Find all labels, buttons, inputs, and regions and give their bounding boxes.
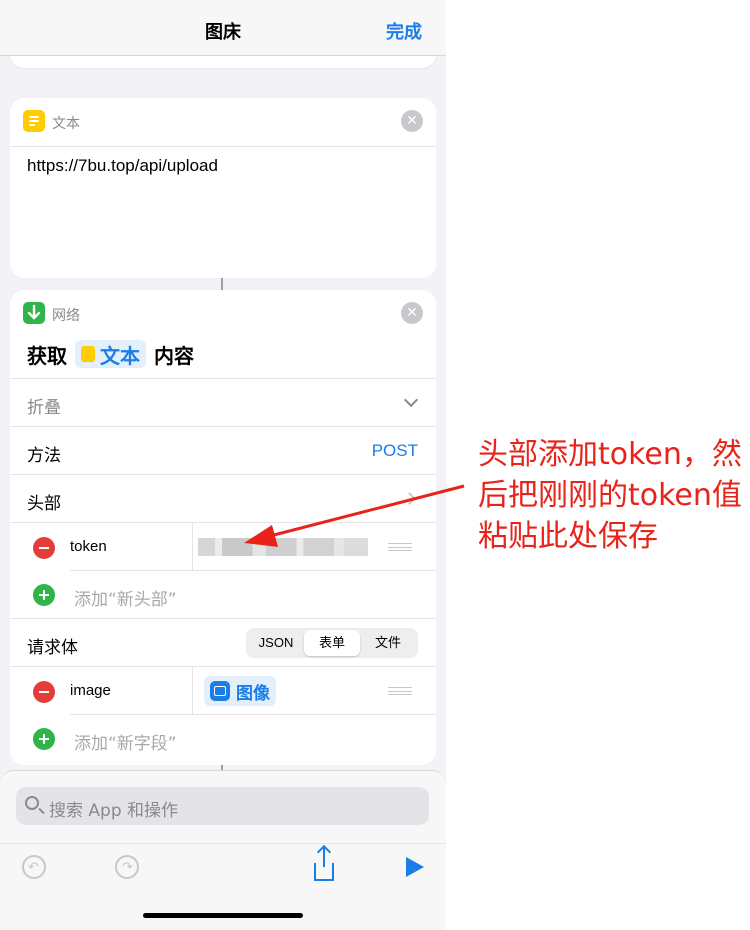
done-button[interactable]: 完成	[386, 18, 422, 44]
field-value: 图像	[236, 683, 270, 704]
reorder-grip-icon[interactable]	[388, 543, 412, 551]
collapse-label: 折叠	[27, 398, 61, 418]
header-key[interactable]: token	[70, 538, 107, 555]
action-connector	[221, 278, 223, 290]
photo-icon	[210, 681, 230, 701]
summary-prefix: 获取	[27, 343, 67, 368]
bottom-sheet: 搜索 App 和操作 ↶ ↷	[0, 770, 446, 930]
add-header-label: 添加“新头部”	[74, 590, 177, 610]
search-placeholder: 搜索 App 和操作	[49, 801, 179, 821]
summary-suffix: 内容	[154, 343, 194, 368]
method-row[interactable]: 方法 POST	[10, 427, 436, 475]
download-arrow-icon	[23, 302, 45, 324]
action-summary: 获取 文本 内容	[27, 338, 194, 370]
segment-form[interactable]: 表单	[304, 630, 360, 656]
remove-field-button[interactable]	[33, 681, 55, 703]
body-kv-row: image 图像	[10, 667, 436, 715]
body-row: 请求体 JSON 表单 文件	[10, 619, 436, 667]
method-label: 方法	[27, 446, 61, 466]
add-field-row[interactable]: 添加“新字段”	[10, 715, 436, 763]
redo-icon[interactable]: ↷	[115, 855, 139, 879]
text-content-field[interactable]: https://7bu.top/api/upload	[27, 156, 218, 176]
add-field-label: 添加“新字段”	[74, 734, 177, 754]
chevron-down-icon	[403, 392, 419, 408]
add-header-row[interactable]: 添加“新头部”	[10, 571, 436, 619]
text-doc-icon	[81, 346, 95, 362]
add-icon	[33, 584, 55, 606]
divider	[192, 667, 193, 715]
reorder-grip-icon[interactable]	[388, 687, 412, 695]
home-indicator	[143, 913, 303, 918]
network-action-card: 网络 ✕ 获取 文本 内容 折叠 方法 POST 头部 token 添加“新头部…	[10, 290, 436, 765]
text-doc-icon	[23, 110, 45, 132]
network-action-label: 网络	[52, 308, 80, 324]
text-action-card: 文本 ✕ https://7bu.top/api/upload	[10, 98, 436, 278]
chevron-right-icon	[403, 492, 416, 505]
segment-json[interactable]: JSON	[248, 630, 304, 656]
remove-header-button[interactable]	[33, 537, 55, 559]
divider	[0, 843, 446, 844]
divider	[10, 146, 436, 147]
divider	[192, 523, 193, 571]
share-icon[interactable]	[314, 847, 334, 881]
collapse-row[interactable]: 折叠	[10, 379, 436, 427]
segment-file[interactable]: 文件	[360, 630, 416, 656]
search-input[interactable]: 搜索 App 和操作	[16, 787, 429, 825]
page-title: 图床	[205, 22, 241, 43]
headers-label: 头部	[27, 494, 61, 514]
token-label: 文本	[100, 343, 140, 368]
field-key[interactable]: image	[70, 682, 111, 699]
close-icon[interactable]: ✕	[401, 302, 423, 324]
play-icon[interactable]	[406, 857, 424, 877]
add-icon	[33, 728, 55, 750]
shortcut-editor: 图床 完成 文本 ✕ https://7bu.top/api/upload 网络…	[0, 0, 446, 930]
body-type-segmented-control: JSON 表单 文件	[246, 628, 418, 658]
text-variable-token[interactable]: 文本	[75, 340, 146, 368]
undo-icon[interactable]: ↶	[22, 855, 46, 879]
text-action-header: 文本 ✕	[10, 98, 436, 146]
nav-bar: 图床 完成	[0, 0, 446, 56]
network-action-header: 网络 ✕	[10, 290, 436, 338]
close-icon[interactable]: ✕	[401, 110, 423, 132]
search-icon	[25, 796, 39, 810]
method-value[interactable]: POST	[372, 441, 418, 461]
headers-row[interactable]: 头部	[10, 475, 436, 523]
image-variable-token[interactable]: 图像	[204, 676, 276, 706]
annotation-text: 头部添加token，然后把刚刚的token值粘贴此处保存	[478, 437, 742, 554]
text-action-label: 文本	[52, 116, 80, 132]
header-kv-row: token	[10, 523, 436, 571]
body-label: 请求体	[27, 638, 78, 658]
header-value-redacted[interactable]	[198, 538, 368, 556]
